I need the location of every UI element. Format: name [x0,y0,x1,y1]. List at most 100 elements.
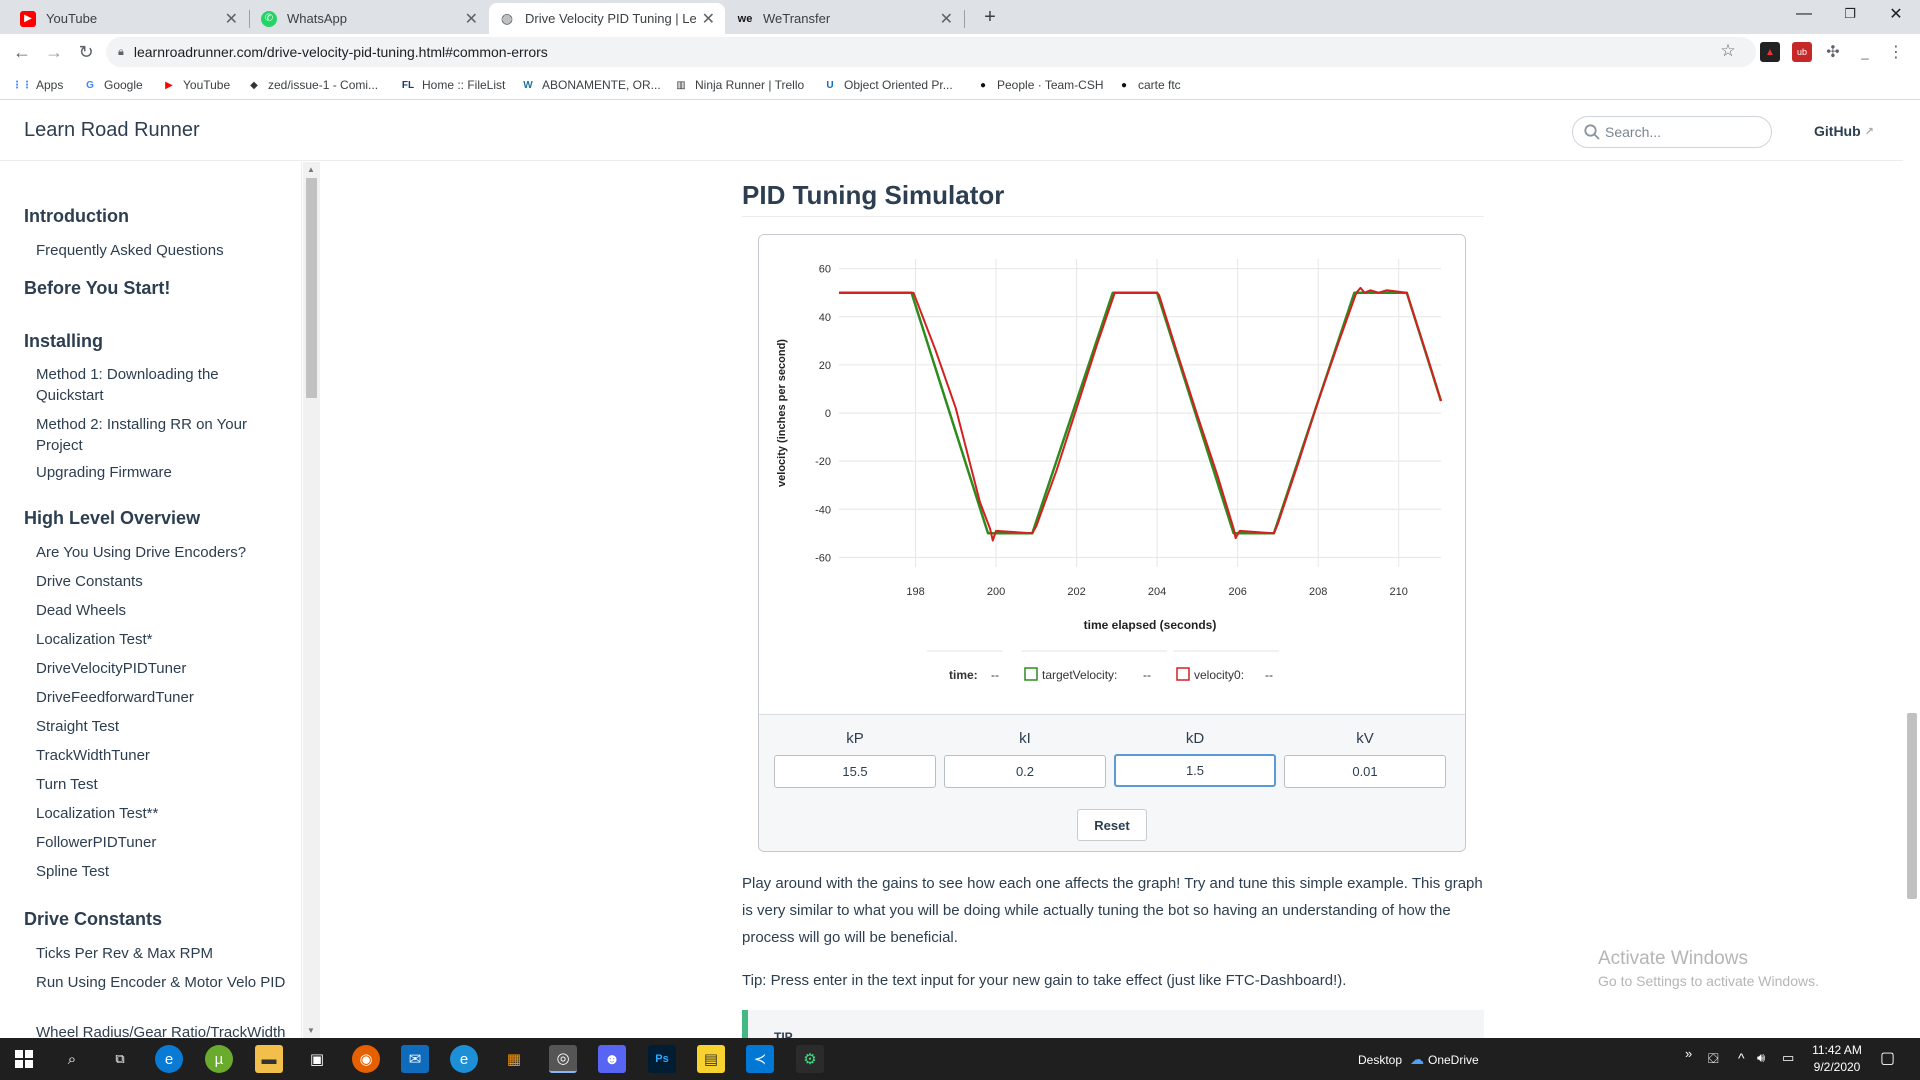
bookmark-4[interactable]: FL Home :: FileList [400,76,505,94]
page-scroll-thumb[interactable] [1907,713,1917,899]
velocity-chart-svg[interactable]: 198 200 202 204 206 208 2106040200-20-40-60tim… [759,235,1465,715]
chrome-icon[interactable]: ◎ [549,1045,577,1073]
github-link[interactable]: GitHub ↗ [1814,123,1874,139]
scroll-up-arrow-icon[interactable]: ▲ [307,165,315,174]
sidebar-item[interactable]: DriveVelocityPIDTuner [36,658,286,679]
sidebar-item[interactable]: Localization Test** [36,803,286,824]
tab-whatsapp[interactable]: ✆ WhatsApp ✕ [251,3,488,34]
profile-icon[interactable]: _ [1855,42,1875,62]
task-view-icon[interactable]: ⧉ [106,1045,134,1073]
sidebar-item[interactable]: DriveFeedforwardTuner [36,687,286,708]
sidebar-item[interactable]: Run Using Encoder & Motor Velo PID [36,972,286,993]
bookmark-9[interactable]: ● carte ftc [1116,76,1181,94]
search-input[interactable]: Search... [1572,116,1772,148]
scroll-down-arrow-icon[interactable]: ▼ [307,1026,315,1035]
sidebar-item[interactable]: Localization Test* [36,629,286,650]
sidebar-group-title[interactable]: High Level Overview [24,508,200,529]
store-icon[interactable]: ▣ [303,1045,331,1073]
android-studio-icon[interactable]: ⚙ [796,1045,824,1073]
sidebar-item[interactable]: Method 2: Installing RR on Your Project [36,414,286,456]
reset-button[interactable]: Reset [1077,809,1147,841]
legend-swatch-target[interactable] [1024,667,1038,681]
browser-menu-icon[interactable]: ⋮ [1886,42,1906,62]
app-tray-icon[interactable]: ⛋ [1708,1050,1719,1067]
edge-icon[interactable]: e [155,1045,183,1073]
volume-icon[interactable]: 🔊︎ [1757,1050,1765,1066]
photoshop-icon[interactable]: Ps [648,1045,676,1073]
sidebar-scrollbar[interactable]: ▲ ▼ [303,162,320,1038]
sidebar-item[interactable]: Dead Wheels [36,600,286,621]
notifications-icon[interactable]: ▢ [1880,1048,1895,1068]
address-bar[interactable]: 🔒︎ learnroadrunner.com/drive-velocity-pi… [106,37,1756,67]
close-icon[interactable]: ✕ [465,9,478,29]
new-tab-button[interactable]: + [976,3,1004,31]
sidebar-item[interactable]: Drive Constants [36,571,286,592]
sidebar-item[interactable]: Turn Test [36,774,286,795]
onedrive-toolbar[interactable]: ☁ OneDrive [1410,1051,1479,1068]
toolbar-overflow-icon[interactable]: » [1685,1046,1692,1061]
extensions-puzzle-icon[interactable]: ✣ [1823,42,1843,62]
sticky-notes-icon[interactable]: ▤ [697,1045,725,1073]
windows-start-icon[interactable] [10,1045,38,1073]
kp-input[interactable] [774,755,936,788]
close-icon[interactable]: ✕ [225,9,238,29]
firefox-icon[interactable]: ◉ [352,1045,380,1073]
show-hidden-icons-chevron-icon[interactable]: ^ [1738,1050,1745,1066]
bookmark-1[interactable]: G Google [82,76,143,94]
desktop-toolbar-label[interactable]: Desktop [1358,1053,1402,1067]
sidebar-item[interactable]: Wheel Radius/Gear Ratio/TrackWidth [36,1022,286,1038]
ki-input[interactable] [944,755,1106,788]
bookmark-5[interactable]: W ABONAMENTE, OR... [520,76,660,94]
reload-icon[interactable]: ↻ [74,40,98,64]
sidebar-group-title[interactable]: Drive Constants [24,909,162,930]
sidebar-group-title[interactable]: Introduction [24,206,129,227]
minimize-window-icon[interactable]: — [1782,0,1826,28]
extension-shield-icon[interactable]: ub [1792,42,1812,62]
bookmark-8[interactable]: ● People · Team-CSH [975,76,1104,94]
sidebar-item[interactable]: TrackWidthTuner [36,745,286,766]
bookmark-6[interactable]: ▥ Ninja Runner | Trello [673,76,804,94]
page-scrollbar[interactable] [1903,101,1920,1038]
search-icon[interactable]: ⌕ [58,1045,86,1073]
forward-arrow-icon[interactable]: → [42,40,66,64]
kd-input[interactable] [1114,754,1276,787]
extension-icon[interactable]: ▲ [1760,42,1780,62]
tab-wetransfer[interactable]: we WeTransfer ✕ [727,3,963,34]
sidebar-item[interactable]: Straight Test [36,716,286,737]
sidebar-item[interactable]: FollowerPIDTuner [36,832,286,853]
bookmark-0[interactable]: ⋮⋮ Apps [12,76,63,94]
app-icon[interactable]: ▦ [500,1045,528,1073]
utorrent-icon[interactable]: µ [205,1045,233,1073]
sidebar-scroll-thumb[interactable] [306,178,317,398]
discord-icon[interactable]: ☻ [598,1045,626,1073]
sidebar-group-title[interactable]: Installing [24,331,103,352]
back-arrow-icon[interactable]: ← [10,40,34,64]
sidebar-group-title[interactable]: Before You Start! [24,278,170,299]
sidebar-item[interactable]: Frequently Asked Questions [36,240,286,261]
kv-input[interactable] [1284,755,1446,788]
network-icon[interactable]: ▭ [1782,1050,1794,1066]
vscode-icon[interactable]: ≺ [746,1045,774,1073]
close-icon[interactable]: ✕ [702,9,715,29]
mail-icon[interactable]: ✉ [401,1045,429,1073]
bookmark-3[interactable]: ◆ zed/issue-1 - Comi... [246,76,378,94]
sidebar-item[interactable]: Spline Test [36,861,286,882]
sidebar-item[interactable]: Ticks Per Rev & Max RPM [36,943,286,964]
sidebar-item[interactable]: Upgrading Firmware [36,462,286,483]
close-icon[interactable]: ✕ [940,9,953,29]
sidebar-item[interactable]: Method 1: Downloading the Quickstart [36,364,286,406]
close-window-icon[interactable]: ✕ [1874,0,1918,28]
bookmark-2[interactable]: ▶ YouTube [161,76,230,94]
tab-youtube[interactable]: ▶ YouTube ✕ [10,3,248,34]
bookmark-star-icon[interactable]: ☆ [1718,41,1738,61]
legend-swatch-velocity[interactable] [1176,667,1190,681]
tab-drive-velocity-pid[interactable]: ◍ Drive Velocity PID Tuning | Learn ✕ [489,3,725,34]
restore-window-icon[interactable]: ❐ [1828,0,1872,28]
clock-date[interactable]: 9/2/2020 [1810,1060,1864,1074]
bookmark-7[interactable]: U Object Oriented Pr... [822,76,952,94]
edge-new-icon[interactable]: e [450,1045,478,1073]
series-line-velocity0[interactable] [839,286,1442,542]
clock-time[interactable]: 11:42 AM [1810,1043,1864,1057]
sidebar-item[interactable]: Are You Using Drive Encoders? [36,542,286,563]
file-explorer-icon[interactable]: ▬ [255,1045,283,1073]
